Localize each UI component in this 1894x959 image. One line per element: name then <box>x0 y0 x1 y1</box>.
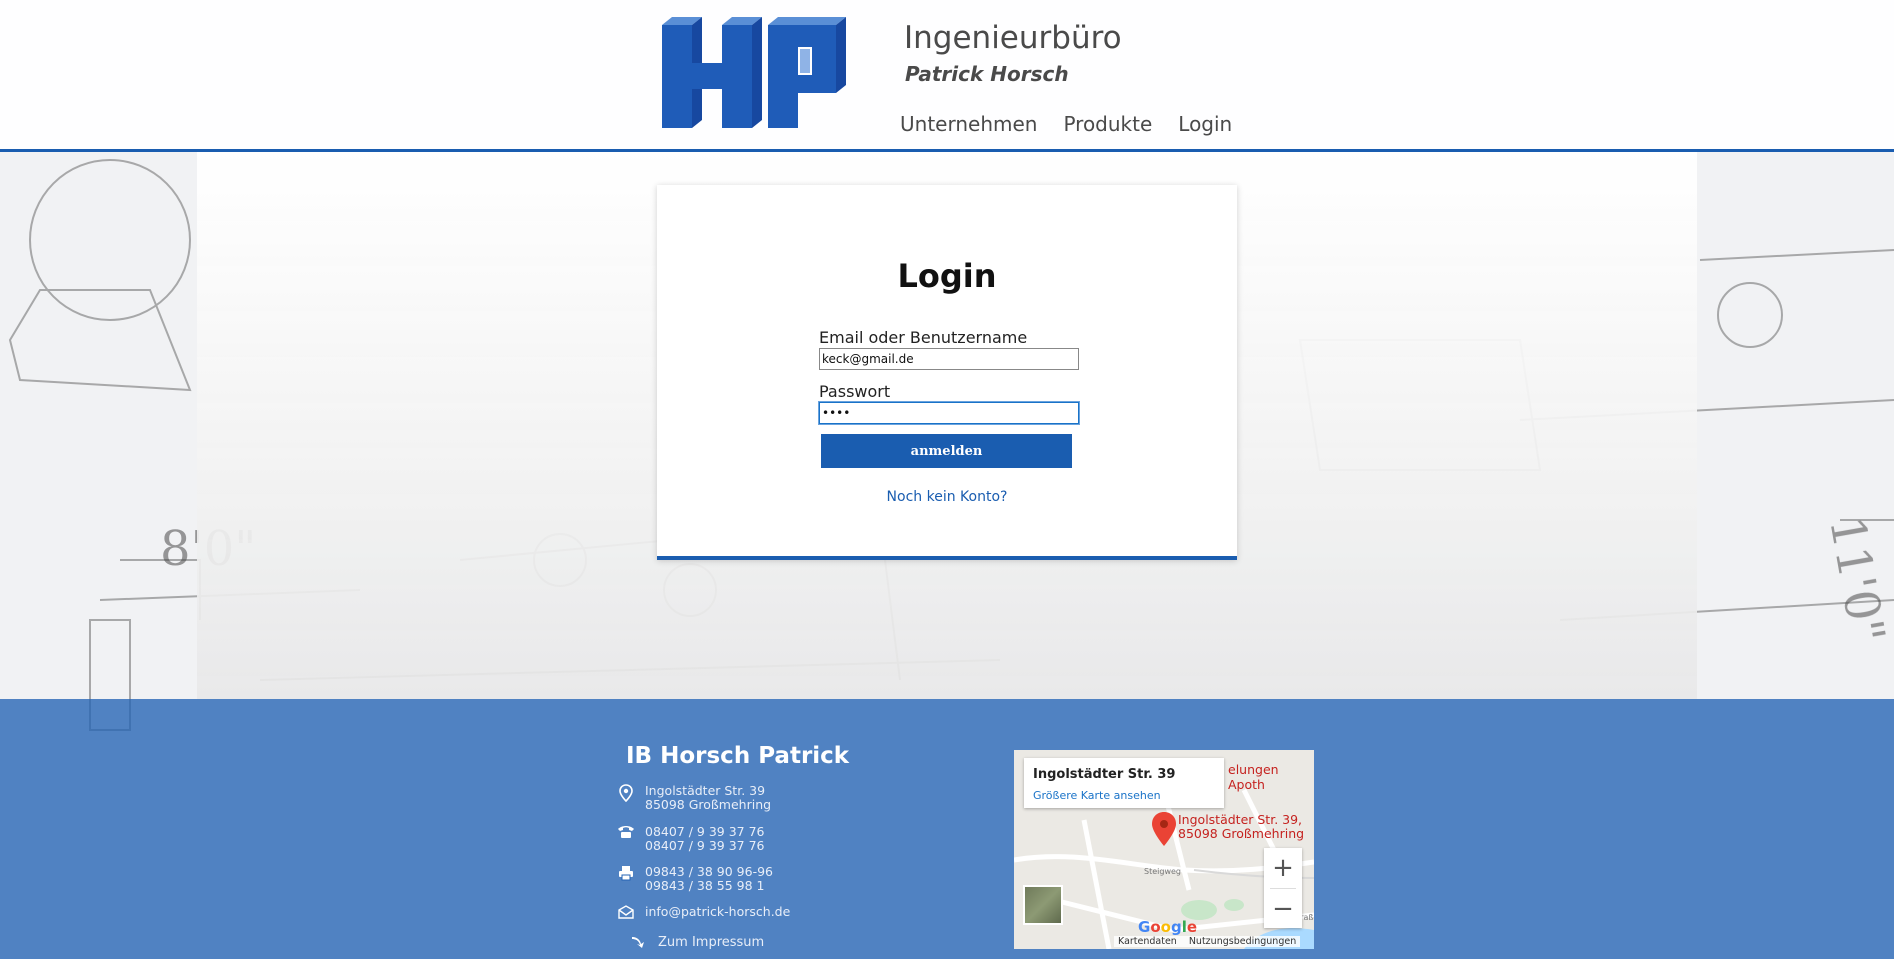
brand-title: Ingenieurbüro <box>904 20 1122 56</box>
email-field[interactable] <box>819 348 1079 370</box>
site-header: Ingenieurbüro Patrick Horsch Unternehmen… <box>0 0 1894 152</box>
site-footer: IB Horsch Patrick Ingolstädter Str. 39 8… <box>0 699 1894 959</box>
imprint-label: Zum Impressum <box>658 935 765 950</box>
hp-logo[interactable] <box>660 15 850 130</box>
password-field[interactable] <box>818 401 1080 425</box>
phone-icon <box>617 825 635 843</box>
map-terms-link[interactable]: Nutzungsbedingungen <box>1189 936 1296 947</box>
login-card: Login Email oder Benutzername Passwort a… <box>657 185 1237 560</box>
mail-icon <box>617 905 635 923</box>
map-larger-link[interactable]: Größere Karte ansehen <box>1033 789 1161 802</box>
email-label: Email oder Benutzername <box>819 328 1028 347</box>
address-line-1: Ingolstädter Str. 39 <box>645 783 766 798</box>
map-data-link[interactable]: Kartendaten <box>1118 936 1177 947</box>
map-attribution: Kartendaten Nutzungsbedingungen <box>1114 936 1301 947</box>
imprint-link[interactable]: Zum Impressum <box>630 935 764 953</box>
address-line-2: 85098 Großmehring <box>645 797 772 812</box>
fax-icon <box>617 865 635 883</box>
phone-2: 08407 / 9 39 37 76 <box>645 838 765 853</box>
main-nav: Unternehmen Produkte Login <box>900 112 1232 136</box>
contact-phone: 08407 / 9 39 37 76 08407 / 9 39 37 76 <box>617 825 765 853</box>
nav-item-unternehmen[interactable]: Unternehmen <box>900 112 1037 136</box>
nav-item-produkte[interactable]: Produkte <box>1063 112 1152 136</box>
login-submit-button[interactable]: anmelden <box>821 434 1072 468</box>
contact-email: info@patrick-horsch.de <box>617 905 790 923</box>
brand-subtitle: Patrick Horsch <box>905 62 1069 86</box>
footer-company-name: IB Horsch Patrick <box>626 743 850 769</box>
satellite-toggle[interactable] <box>1023 885 1063 925</box>
google-logo: Google <box>1138 918 1198 936</box>
login-title: Login <box>897 257 997 295</box>
contact-address: Ingolstädter Str. 39 85098 Großmehring <box>617 784 771 812</box>
map-pin-label: Ingolstädter Str. 39, 85098 Großmehring <box>1178 812 1305 841</box>
email-link[interactable]: info@patrick-horsch.de <box>645 905 790 919</box>
zoom-out-button[interactable]: − <box>1264 889 1302 929</box>
svg-text:Steigweg: Steigweg <box>1144 867 1181 876</box>
phone-1: 08407 / 9 39 37 76 <box>645 824 765 839</box>
fax-1: 09843 / 38 90 96-96 <box>645 864 774 879</box>
register-link[interactable]: Noch kein Konto? <box>657 489 1237 505</box>
embedded-map[interactable]: Steigweg Uferstraße elungen Apoth Ingols… <box>1014 750 1314 949</box>
contact-fax: 09843 / 38 90 96-96 09843 / 38 55 98 1 <box>617 865 773 893</box>
fax-2: 09843 / 38 55 98 1 <box>645 878 765 893</box>
map-info-card: Ingolstädter Str. 39 Größere Karte anseh… <box>1024 758 1224 808</box>
map-card-title: Ingolstädter Str. 39 <box>1033 767 1176 782</box>
map-zoom-control: + − <box>1264 848 1302 928</box>
location-pin-icon <box>617 784 635 802</box>
arrow-right-icon <box>630 935 646 953</box>
nav-item-login[interactable]: Login <box>1178 112 1232 136</box>
map-poi-label: elungen Apoth <box>1228 762 1279 792</box>
password-label: Passwort <box>819 382 891 401</box>
zoom-in-button[interactable]: + <box>1264 848 1302 888</box>
